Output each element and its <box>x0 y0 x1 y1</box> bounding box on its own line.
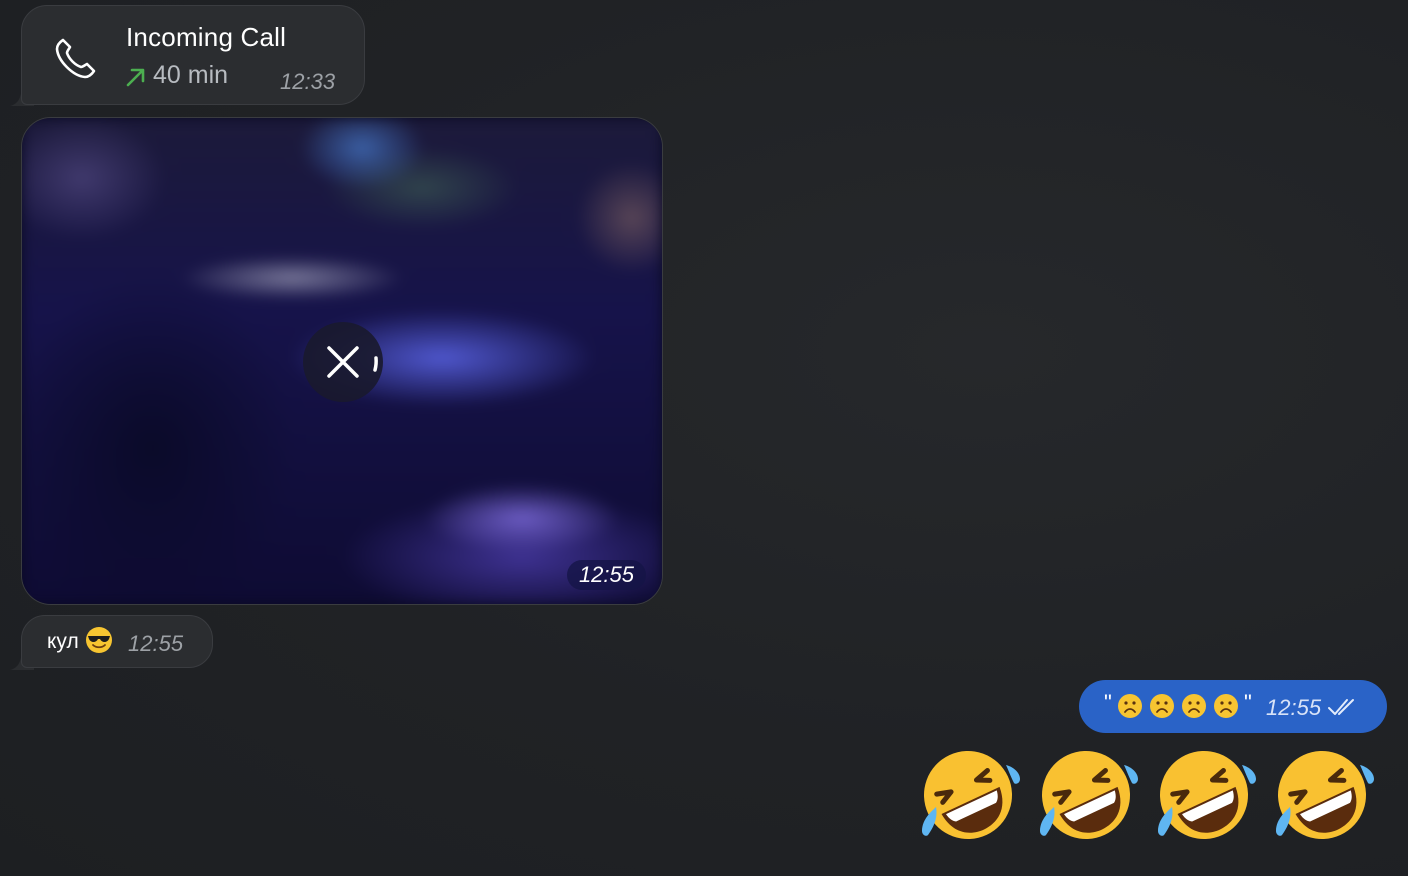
message-text: кул <box>47 630 79 653</box>
quote-mark: " <box>1104 690 1112 715</box>
double-check-icon <box>1328 699 1354 715</box>
call-title: Incoming Call <box>126 22 287 52</box>
arrow-up-right-icon <box>126 68 145 87</box>
close-icon <box>327 346 378 378</box>
message-time: 12:55 <box>566 560 646 590</box>
text-message-bubble[interactable]: кул 12:55 <box>21 615 213 668</box>
rofl-emoji-icon <box>1276 751 1374 839</box>
rofl-emoji-icon <box>1040 751 1138 839</box>
frowning-face-icon <box>1214 694 1238 718</box>
message-time: 12:55 <box>128 631 184 656</box>
cancel-download-button[interactable] <box>303 322 383 402</box>
frowning-face-icon <box>1182 694 1206 718</box>
call-duration: 40 min <box>153 61 229 89</box>
sunglasses-emoji-icon <box>86 627 112 653</box>
rofl-emoji-icon <box>922 751 1020 839</box>
message-time: 12:55 <box>1266 695 1322 720</box>
call-message-bubble[interactable]: Incoming Call 40 min 12:33 <box>21 5 365 105</box>
chat-area: Incoming Call 40 min 12:33 12:55 кул 12:… <box>0 0 1408 876</box>
rofl-emoji-icon <box>1158 751 1256 839</box>
outgoing-message-bubble[interactable]: " " 12:55 <box>1079 680 1387 733</box>
frowning-face-icon <box>1118 694 1142 718</box>
quote-mark: " <box>1244 690 1252 715</box>
media-message[interactable]: 12:55 <box>21 117 663 605</box>
message-time: 12:33 <box>280 69 336 94</box>
phone-icon[interactable] <box>52 34 100 82</box>
frowning-face-icon <box>1150 694 1174 718</box>
